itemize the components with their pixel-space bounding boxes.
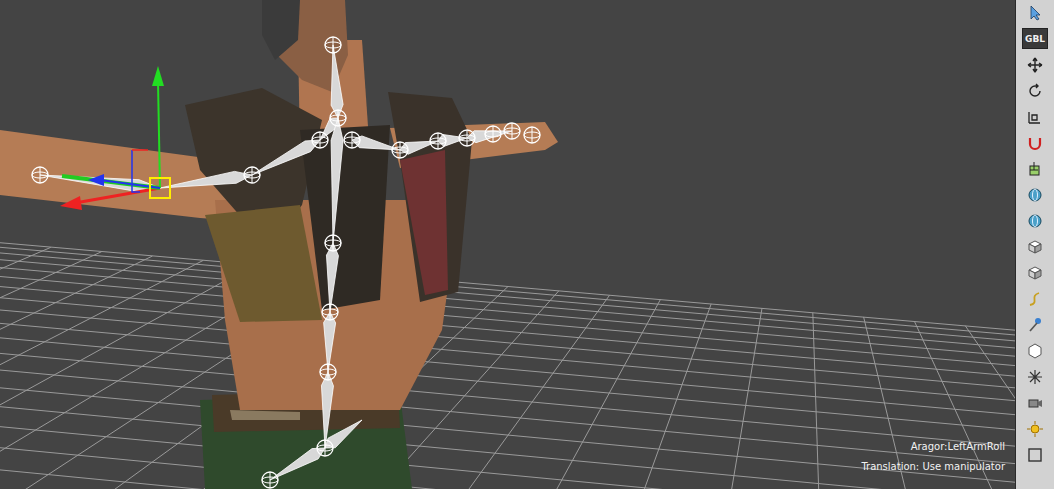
joint-icon[interactable]	[524, 127, 540, 143]
mode-label: Translation: Use manipulator	[861, 460, 1005, 473]
globe-icon	[1027, 187, 1043, 203]
joint-icon[interactable]	[330, 110, 346, 126]
joint-icon[interactable]	[485, 126, 501, 142]
move-tool-button[interactable]	[1024, 54, 1046, 75]
cube-icon	[1027, 239, 1043, 255]
status-overlay: Aragor:LeftArmRoll Translation: Use mani…	[861, 440, 1005, 473]
cube2-tool-button[interactable]	[1024, 262, 1046, 283]
cube-tool-button[interactable]	[1024, 236, 1046, 257]
tool-bar: GBL	[1015, 0, 1054, 489]
curve-icon	[1027, 291, 1043, 307]
frame-icon	[1027, 447, 1043, 463]
joint-icon[interactable]	[312, 132, 328, 148]
curve-tool-button[interactable]	[1024, 288, 1046, 309]
camera-tool-button[interactable]	[1024, 392, 1046, 413]
cube2-icon	[1027, 265, 1043, 281]
select-tool-button[interactable]	[1024, 2, 1046, 23]
joint-icon[interactable]	[322, 304, 338, 320]
joint-icon[interactable]	[430, 133, 446, 149]
globe-tool-button[interactable]	[1024, 184, 1046, 205]
star-tool-button[interactable]	[1024, 366, 1046, 387]
rotate-tool-button[interactable]	[1024, 80, 1046, 101]
globe2-icon	[1027, 213, 1043, 229]
joint-icon[interactable]	[392, 142, 408, 158]
scale-icon	[1027, 109, 1043, 125]
joint-icon[interactable]	[459, 130, 475, 146]
pivot-tool-button[interactable]	[1024, 158, 1046, 179]
move-manipulator-icon[interactable]	[60, 66, 170, 210]
floor-grid	[0, 217, 1015, 489]
pin-icon	[1027, 317, 1043, 333]
joint-icon[interactable]	[344, 132, 360, 148]
selection-label: Aragor:LeftArmRoll	[911, 440, 1005, 453]
scale-tool-button[interactable]	[1024, 106, 1046, 127]
joint-icon[interactable]	[244, 167, 260, 183]
camera-icon	[1027, 395, 1043, 411]
rotate-icon	[1027, 83, 1043, 99]
select-icon	[1027, 5, 1043, 21]
hex-icon	[1027, 343, 1043, 359]
magnet-icon	[1027, 135, 1043, 151]
joint-icon[interactable]	[325, 235, 341, 251]
magnet-tool-button[interactable]	[1024, 132, 1046, 153]
hex-tool-button[interactable]	[1024, 340, 1046, 361]
pin-tool-button[interactable]	[1024, 314, 1046, 335]
joint-icon[interactable]	[317, 440, 333, 456]
scene-canvas[interactable]	[0, 0, 1015, 489]
joint-icon[interactable]	[262, 472, 278, 488]
joint-icon[interactable]	[504, 123, 520, 139]
joint-icon[interactable]	[320, 364, 336, 380]
character-model[interactable]	[0, 0, 558, 489]
move-icon	[1027, 57, 1043, 73]
app-window: Aragor:LeftArmRoll Translation: Use mani…	[0, 0, 1054, 489]
space-button[interactable]: GBL	[1022, 28, 1048, 49]
globe2-tool-button[interactable]	[1024, 210, 1046, 231]
star-icon	[1027, 369, 1043, 385]
frame-tool-button[interactable]	[1024, 444, 1046, 465]
pivot-icon	[1027, 161, 1043, 177]
viewport[interactable]: Aragor:LeftArmRoll Translation: Use mani…	[0, 0, 1015, 489]
joint-icon[interactable]	[32, 167, 48, 183]
sun-icon	[1027, 421, 1043, 437]
skeleton[interactable]	[32, 37, 540, 488]
joint-icon[interactable]	[325, 37, 341, 53]
sun-tool-button[interactable]	[1024, 418, 1046, 439]
